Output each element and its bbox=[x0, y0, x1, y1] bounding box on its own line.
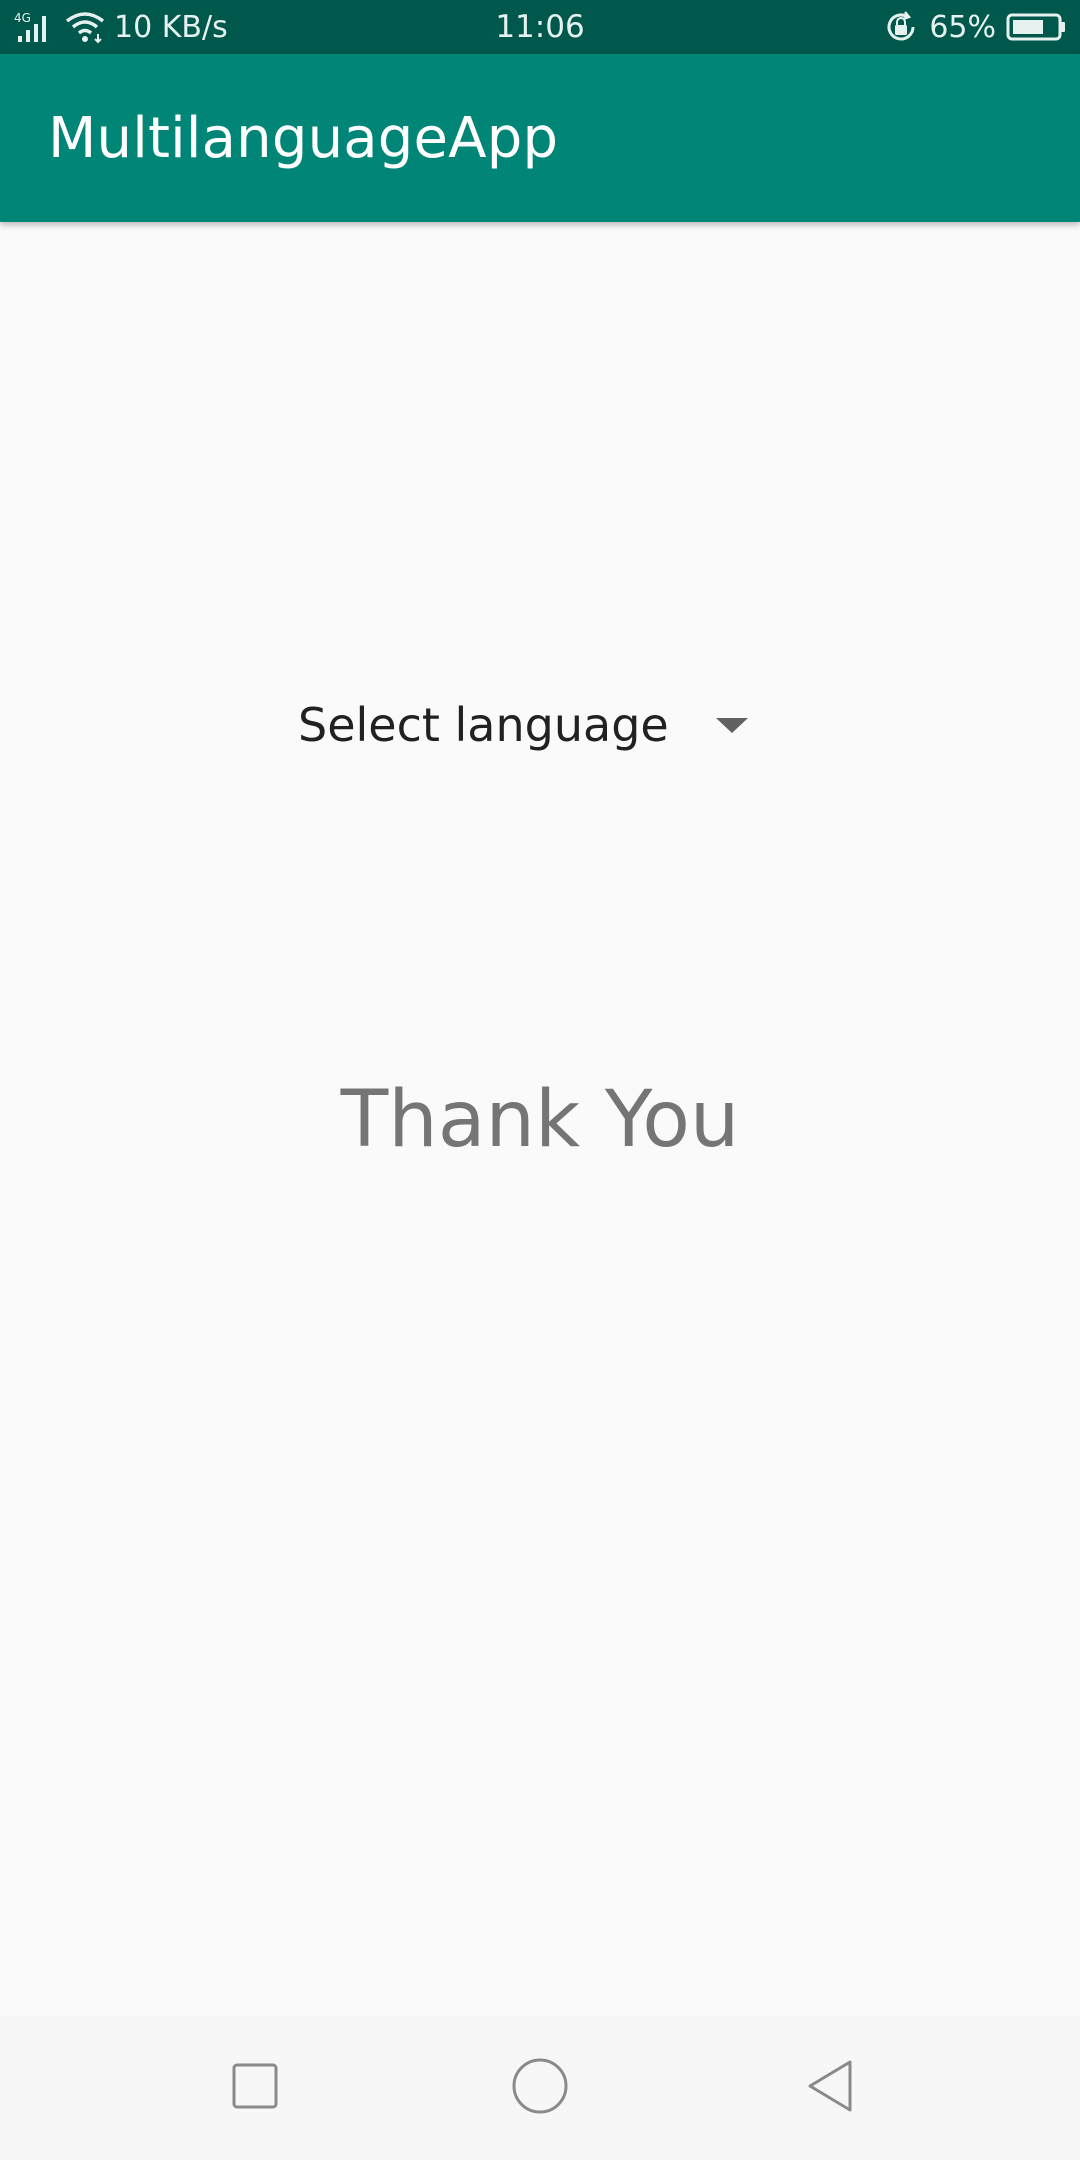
back-icon bbox=[804, 2058, 856, 2119]
language-spinner[interactable]: Select language bbox=[288, 680, 768, 770]
status-bar: 4G 10 KB/s 11:06 65% bbox=[0, 0, 1080, 54]
navigation-bar bbox=[0, 2016, 1080, 2160]
status-right: 65% bbox=[883, 0, 1066, 54]
network-speed: 10 KB/s bbox=[114, 9, 228, 45]
recents-button[interactable] bbox=[175, 2016, 335, 2160]
signal-icon: 4G bbox=[14, 10, 58, 44]
home-icon bbox=[511, 2057, 569, 2120]
battery-percent: 65% bbox=[929, 9, 996, 45]
app-title: MultilanguageApp bbox=[48, 105, 559, 171]
home-button[interactable] bbox=[460, 2016, 620, 2160]
status-left: 4G 10 KB/s bbox=[14, 0, 228, 54]
screen: 4G 10 KB/s 11:06 65% MultilanguageApp Se… bbox=[0, 0, 1080, 2160]
app-bar: MultilanguageApp bbox=[0, 54, 1080, 222]
thank-you-message: Thank You bbox=[340, 1075, 740, 1165]
recents-icon bbox=[231, 2062, 279, 2115]
wifi-icon bbox=[64, 10, 108, 44]
battery-icon bbox=[1006, 13, 1066, 41]
back-button[interactable] bbox=[750, 2016, 910, 2160]
dropdown-arrow-icon bbox=[716, 718, 748, 733]
spinner-selected-value: Select language bbox=[298, 698, 669, 752]
network-type-label: 4G bbox=[14, 11, 31, 25]
rotation-lock-icon bbox=[883, 9, 919, 45]
status-time: 11:06 bbox=[495, 9, 585, 45]
